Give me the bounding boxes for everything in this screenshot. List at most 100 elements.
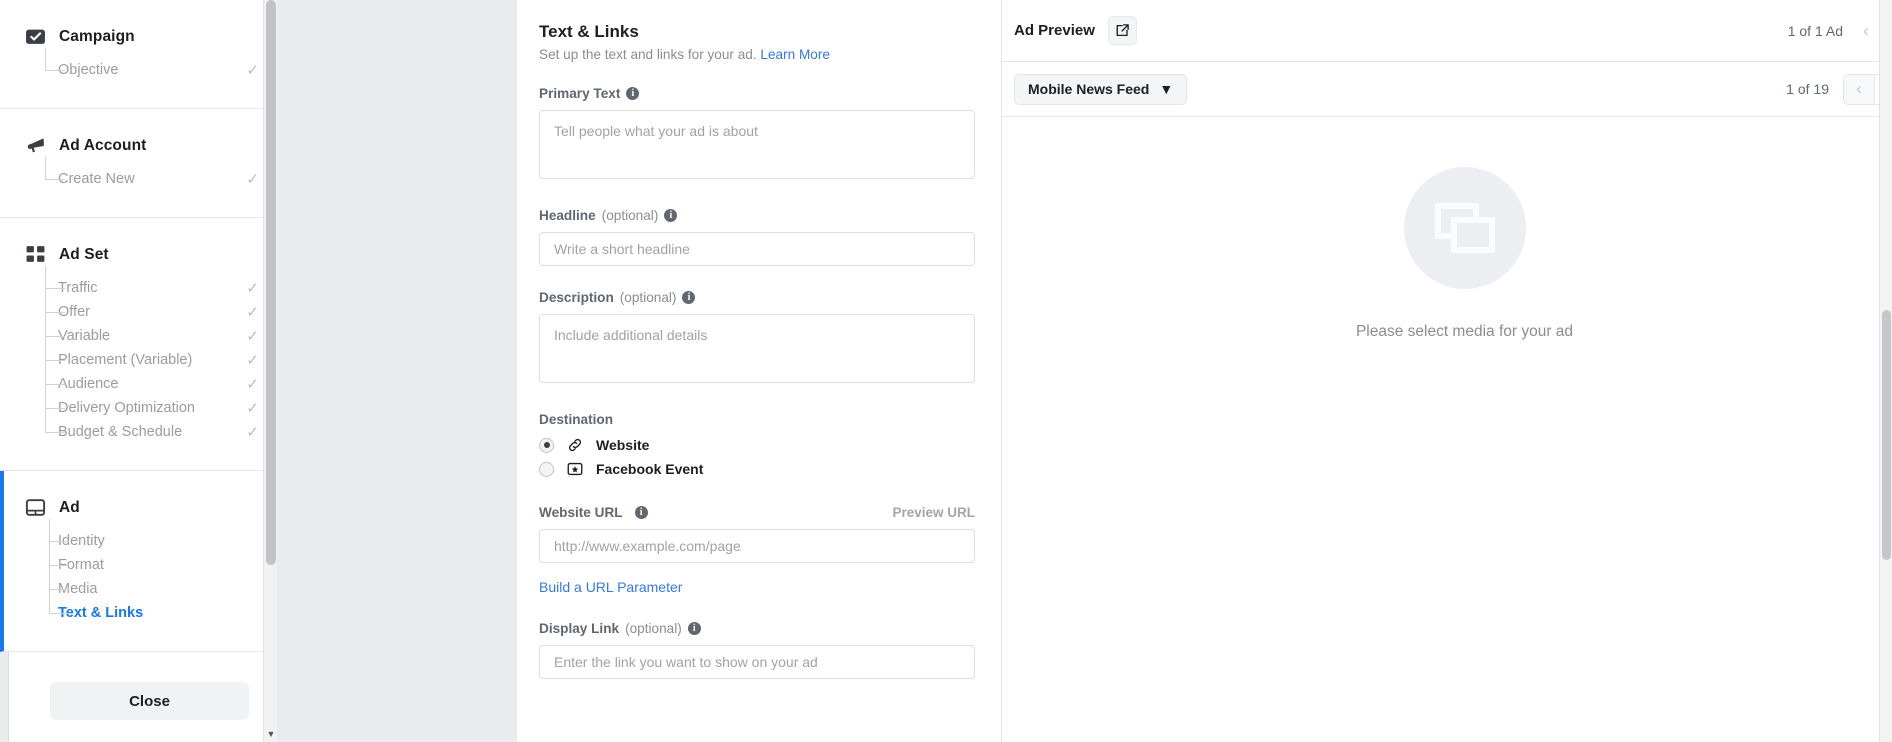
nav-section-header-campaign[interactable]: Campaign	[0, 18, 277, 55]
info-icon[interactable]: i	[664, 209, 678, 222]
sidebar-item-media[interactable]: Media	[4, 577, 277, 601]
sidebar-item-label: Budget & Schedule	[58, 424, 183, 440]
destination-option-facebook-event[interactable]: Facebook Event	[539, 457, 975, 481]
preview-url-link[interactable]: Preview URL	[892, 505, 975, 520]
info-icon[interactable]: i	[626, 87, 640, 100]
sidebar-item-label: Media	[58, 581, 98, 597]
primary-text-field: Primary Text i	[539, 86, 975, 184]
check-icon: ✓	[246, 351, 259, 369]
sidebar-item-label: Audience	[58, 376, 119, 392]
chevron-down-icon: ▼	[1159, 81, 1174, 97]
sidebar-item-objective[interactable]: Objective ✓	[0, 58, 277, 82]
build-url-parameter-link[interactable]: Build a URL Parameter	[539, 579, 682, 595]
event-star-icon	[567, 462, 583, 476]
sidebar-scrollbar-thumb[interactable]	[266, 0, 276, 565]
previous-placement-button[interactable]: ‹	[1843, 73, 1874, 105]
sidebar-item-traffic[interactable]: Traffic ✓	[0, 276, 277, 300]
nav-section-header-ad[interactable]: Ad	[4, 489, 277, 526]
sidebar-item-budget-schedule[interactable]: Budget & Schedule ✓	[0, 420, 277, 444]
ad-preview-body: Please select media for your ad	[1002, 117, 1892, 742]
check-icon: ✓	[246, 399, 259, 417]
text-and-links-form: Text & Links Set up the text and links f…	[517, 0, 1002, 742]
nav-section-ad: Ad Identity Format Media Text & Links	[0, 471, 277, 652]
close-button[interactable]: Close	[50, 682, 249, 720]
nav-items-campaign: Objective ✓	[0, 48, 277, 82]
sidebar-item-audience[interactable]: Audience ✓	[0, 372, 277, 396]
nav-section-ad-account: Ad Account Create New ✓	[0, 109, 277, 218]
primary-text-label: Primary Text i	[539, 86, 975, 101]
check-icon: ✓	[246, 303, 259, 321]
label-text: Website URL	[539, 505, 623, 520]
sidebar-item-text-and-links[interactable]: Text & Links	[4, 601, 277, 625]
headline-label: Headline (optional) i	[539, 208, 975, 223]
nav-section-header-ad-account[interactable]: Ad Account	[0, 127, 277, 164]
page-scrollbar[interactable]	[1879, 0, 1892, 742]
external-link-icon	[1116, 24, 1129, 37]
description-label: Description (optional) i	[539, 290, 975, 305]
ad-preview-header: Ad Preview 1 of 1 Ad ‹ ›	[1002, 0, 1892, 62]
sidebar-item-create-new[interactable]: Create New ✓	[0, 167, 277, 191]
label-text: Display Link	[539, 621, 620, 636]
sidebar-item-label: Variable	[58, 328, 111, 344]
nav-section-campaign: Campaign Objective ✓	[0, 0, 277, 109]
sidebar-item-label: Text & Links	[58, 605, 144, 621]
sidebar-item-placement-variable[interactable]: Placement (Variable) ✓	[0, 348, 277, 372]
description-input[interactable]	[539, 314, 975, 383]
destination-option-website[interactable]: Website	[539, 433, 975, 457]
sidebar-footer: Close	[0, 668, 277, 742]
ad-preview-subheader: Mobile News Feed ▼ 1 of 19 ‹ ›	[1002, 62, 1892, 117]
nav-section-title: Campaign	[59, 27, 135, 45]
sidebar-item-variable[interactable]: Variable ✓	[0, 324, 277, 348]
placement-select[interactable]: Mobile News Feed ▼	[1014, 73, 1188, 105]
nav-items-ad-account: Create New ✓	[0, 157, 277, 191]
sidebar-item-label: Objective	[58, 62, 119, 78]
destination-label: Destination	[539, 412, 614, 427]
radio-website[interactable]	[539, 437, 554, 453]
media-placeholder	[1403, 167, 1526, 289]
label-text: Primary Text	[539, 86, 621, 101]
sidebar-item-label: Format	[58, 557, 104, 573]
ad-count-label: 1 of 1 Ad	[1787, 22, 1843, 39]
grid-icon	[26, 246, 45, 262]
sidebar-item-delivery-optimization[interactable]: Delivery Optimization ✓	[0, 396, 277, 420]
navigation-sidebar: Campaign Objective ✓ Ad Account Create N…	[0, 0, 277, 742]
ad-preview-title: Ad Preview	[1014, 22, 1095, 39]
display-link-label: Display Link (optional) i	[539, 621, 975, 636]
sidebar-item-format[interactable]: Format	[4, 553, 277, 577]
radio-facebook-event[interactable]	[539, 461, 554, 477]
nav-section-ad-set: Ad Set Traffic ✓ Offer ✓ Variable ✓ Plac…	[0, 218, 277, 471]
primary-text-input[interactable]	[539, 110, 975, 179]
info-icon[interactable]: i	[634, 506, 648, 519]
sidebar-scrollbar[interactable]: ▼	[263, 0, 277, 742]
campaign-check-icon	[26, 29, 45, 44]
sidebar-item-label: Delivery Optimization	[58, 400, 195, 416]
page-title: Text & Links	[539, 22, 639, 41]
check-icon: ✓	[246, 170, 259, 188]
optional-text: (optional)	[625, 621, 682, 636]
link-chain-icon	[568, 438, 582, 452]
description-field: Description (optional) i	[539, 290, 975, 388]
label-text: Headline	[539, 208, 596, 223]
sidebar-item-offer[interactable]: Offer ✓	[0, 300, 277, 324]
sidebar-item-label: Placement (Variable)	[58, 352, 193, 368]
sidebar-item-identity[interactable]: Identity	[4, 529, 277, 553]
check-icon: ✓	[246, 279, 259, 297]
nav-section-header-ad-set[interactable]: Ad Set	[0, 236, 277, 273]
info-icon[interactable]: i	[687, 622, 701, 635]
page-scrollbar-thumb[interactable]	[1882, 310, 1891, 560]
sidebar-item-label: Identity	[58, 533, 105, 549]
nav-section-title: Ad	[59, 498, 80, 516]
open-preview-button[interactable]	[1107, 16, 1137, 45]
nav-section-title: Ad Account	[59, 136, 147, 154]
destination-option-label: Website	[596, 437, 650, 453]
learn-more-link[interactable]: Learn More	[760, 47, 830, 62]
previous-ad-arrow-icon[interactable]: ‹	[1857, 21, 1875, 40]
scroll-down-arrow-icon[interactable]: ▼	[264, 726, 278, 742]
website-url-label-row: Website URL i Preview URL	[539, 505, 975, 520]
website-url-input[interactable]	[539, 529, 975, 563]
headline-input[interactable]	[539, 232, 975, 266]
ad-window-icon	[25, 499, 46, 516]
display-link-input[interactable]	[539, 645, 975, 679]
info-icon[interactable]: i	[682, 291, 696, 304]
nav-section-title: Ad Set	[59, 245, 109, 263]
